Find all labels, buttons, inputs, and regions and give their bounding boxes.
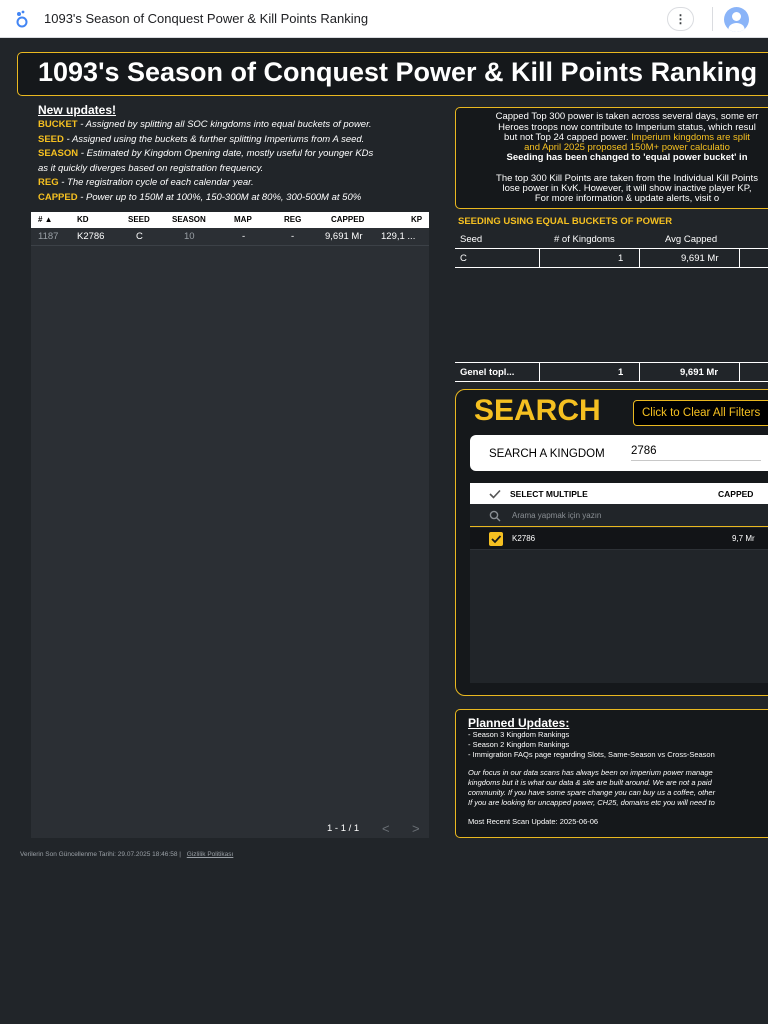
cell-divider <box>639 362 640 382</box>
cell-divider <box>739 249 740 268</box>
cell-season: 10 <box>184 231 195 242</box>
cell-capped: 9,691 Mr <box>325 231 363 242</box>
cell-rank: 1187 <box>38 231 59 242</box>
notes-heading: New updates! <box>38 103 117 117</box>
clear-filters-button[interactable]: Click to Clear All Filters <box>633 400 768 426</box>
filter-col-capped: CAPPED <box>718 489 754 499</box>
checkbox-checked-icon[interactable] <box>489 532 503 546</box>
updates-notes: New updates! BUCKET - Assigned by splitt… <box>38 102 438 205</box>
scan-update-text: Most Recent Scan Update: 2025-06-06 <box>468 817 599 826</box>
seeding-cell-count: 1 <box>618 253 624 264</box>
seeding-col-seed[interactable]: Seed <box>460 234 482 245</box>
seeding-total-label: Genel topl... <box>460 367 515 378</box>
report-canvas: 1093's Season of Conquest Power & Kill P… <box>0 39 768 1024</box>
col-capped[interactable]: CAPPED <box>331 215 364 224</box>
note-seed: SEED - Assigned using the buckets & furt… <box>38 133 365 145</box>
cell-reg: - <box>291 231 295 242</box>
cell-divider <box>639 249 640 268</box>
planned-paragraph: If you are looking for uncapped power, C… <box>468 798 715 807</box>
more-options-icon[interactable]: ⋮ <box>667 7 694 31</box>
seeding-cell-seed: C <box>460 253 467 264</box>
chevron-left-icon[interactable]: < <box>382 821 390 836</box>
data-freshness-footer: Verilerin Son Güncellenme Tarihi: 29.07.… <box>20 851 233 858</box>
cell-map: - <box>242 231 246 242</box>
footer-separator: | <box>179 851 181 858</box>
cell-kd: K2786 <box>77 231 105 242</box>
filter-search-bar[interactable]: Arama yapmak için yazın <box>470 504 768 527</box>
col-seed[interactable]: SEED <box>128 215 150 224</box>
seeding-total-avg: 9,691 Mr <box>680 367 719 378</box>
select-multiple-toggle[interactable]: SELECT MULTIPLE <box>510 489 588 499</box>
kingdom-search-label: SEARCH A KINGDOM <box>489 448 605 460</box>
filter-list-header: SELECT MULTIPLE CAPPED <box>470 483 768 504</box>
pagination-label: 1 - 1 / 1 <box>327 823 360 834</box>
kingdom-search-input[interactable]: 2786 <box>631 445 761 461</box>
seeding-table[interactable]: Seed # of Kingdoms Avg Capped C 1 9,691 … <box>455 230 768 382</box>
col-reg[interactable]: REG <box>284 215 301 224</box>
cell-divider <box>539 249 540 268</box>
check-icon[interactable] <box>489 489 501 499</box>
seeding-title: SEEDING USING EQUAL BUCKETS OF POWER <box>458 216 673 227</box>
col-kp[interactable]: KP <box>411 215 422 224</box>
cell-kp: 129,1 ... <box>381 231 416 242</box>
seeding-col-count[interactable]: # of Kingdoms <box>554 234 615 245</box>
info-line: Capped Top 300 power is taken across sev… <box>495 111 759 122</box>
planned-paragraph: community. If you have some spare change… <box>468 788 716 797</box>
seeding-col-avg[interactable]: Avg Capped <box>665 234 717 245</box>
report-title: 1093's Season of Conquest Power & Kill P… <box>44 11 369 26</box>
list-item[interactable]: K2786 9,7 Mr <box>470 528 768 550</box>
looker-studio-logo-icon[interactable] <box>12 9 32 29</box>
search-panel: SEARCH Click to Clear All Filters SEARCH… <box>455 389 768 696</box>
col-rank-sortable[interactable]: # ▲ <box>38 215 53 224</box>
title-banner: 1093's Season of Conquest Power & Kill P… <box>17 52 768 96</box>
planned-item: - Immigration FAQs page regarding Slots,… <box>468 750 715 759</box>
note-bucket: BUCKET - Assigned by splitting all SOC k… <box>38 119 372 130</box>
note-season: SEASON - Estimated by Kingdom Opening da… <box>38 148 374 159</box>
seeding-total-count: 1 <box>618 367 624 378</box>
planned-paragraph: Our focus in our data scans has always b… <box>468 768 713 777</box>
planned-item: - Season 2 Kingdom Rankings <box>468 740 570 749</box>
planned-item: - Season 3 Kingdom Rankings <box>468 730 570 739</box>
table-header: # ▲ KD SEED SEASON MAP REG CAPPED KP <box>31 212 429 228</box>
privacy-policy-link[interactable]: Gizlilik Politikası <box>187 851 234 858</box>
planned-paragraph: kingdoms but it is what our data & site … <box>468 778 712 787</box>
info-line: Seeding has been changed to 'equal power… <box>506 152 748 163</box>
list-item-name: K2786 <box>512 534 536 543</box>
note-capped: CAPPED - Power up to 150M at 100%, 150-3… <box>38 191 362 203</box>
cell-divider <box>539 362 540 382</box>
info-notice-box: Capped Top 300 power is taken across sev… <box>455 107 768 209</box>
table-row[interactable]: 1187 K2786 C 10 - - 9,691 Mr 129,1 ... <box>31 228 429 246</box>
ranking-table[interactable]: # ▲ KD SEED SEASON MAP REG CAPPED KP 118… <box>31 212 429 838</box>
table-row[interactable]: C 1 9,691 Mr <box>455 249 768 268</box>
note-reg: REG - The registration cycle of each cal… <box>38 177 254 188</box>
kingdom-search-box: SEARCH A KINGDOM 2786 <box>470 435 768 471</box>
header-divider <box>712 7 713 31</box>
col-map[interactable]: MAP <box>234 215 252 224</box>
search-icon <box>489 510 501 522</box>
note-season-cont: as it quickly diverges based on registra… <box>38 162 264 174</box>
filter-search-placeholder: Arama yapmak için yazın <box>512 511 602 520</box>
seeding-header: Seed # of Kingdoms Avg Capped <box>455 230 768 249</box>
banner-heading: 1093's Season of Conquest Power & Kill P… <box>38 57 758 87</box>
chevron-right-icon[interactable]: > <box>412 821 420 836</box>
cell-seed: C <box>136 231 143 242</box>
col-kd[interactable]: KD <box>77 215 89 224</box>
seeding-cell-avg: 9,691 Mr <box>681 253 719 264</box>
search-heading: SEARCH <box>474 394 601 427</box>
cell-divider <box>739 362 740 382</box>
planned-updates-box: Planned Updates: - Season 3 Kingdom Rank… <box>455 709 768 838</box>
kingdom-filter-list: SELECT MULTIPLE CAPPED Arama yapmak için… <box>470 483 768 683</box>
info-line: For more information & update alerts, vi… <box>534 193 720 204</box>
last-updated-text: Verilerin Son Güncellenme Tarihi: 29.07.… <box>20 851 178 858</box>
app-header: 1093's Season of Conquest Power & Kill P… <box>0 0 768 38</box>
account-avatar-icon[interactable] <box>724 7 749 32</box>
list-item-value: 9,7 Mr <box>732 534 755 543</box>
col-season[interactable]: SEASON <box>172 215 206 224</box>
planned-heading: Planned Updates: <box>468 716 570 730</box>
seeding-total-row: Genel topl... 1 9,691 Mr <box>455 362 768 382</box>
